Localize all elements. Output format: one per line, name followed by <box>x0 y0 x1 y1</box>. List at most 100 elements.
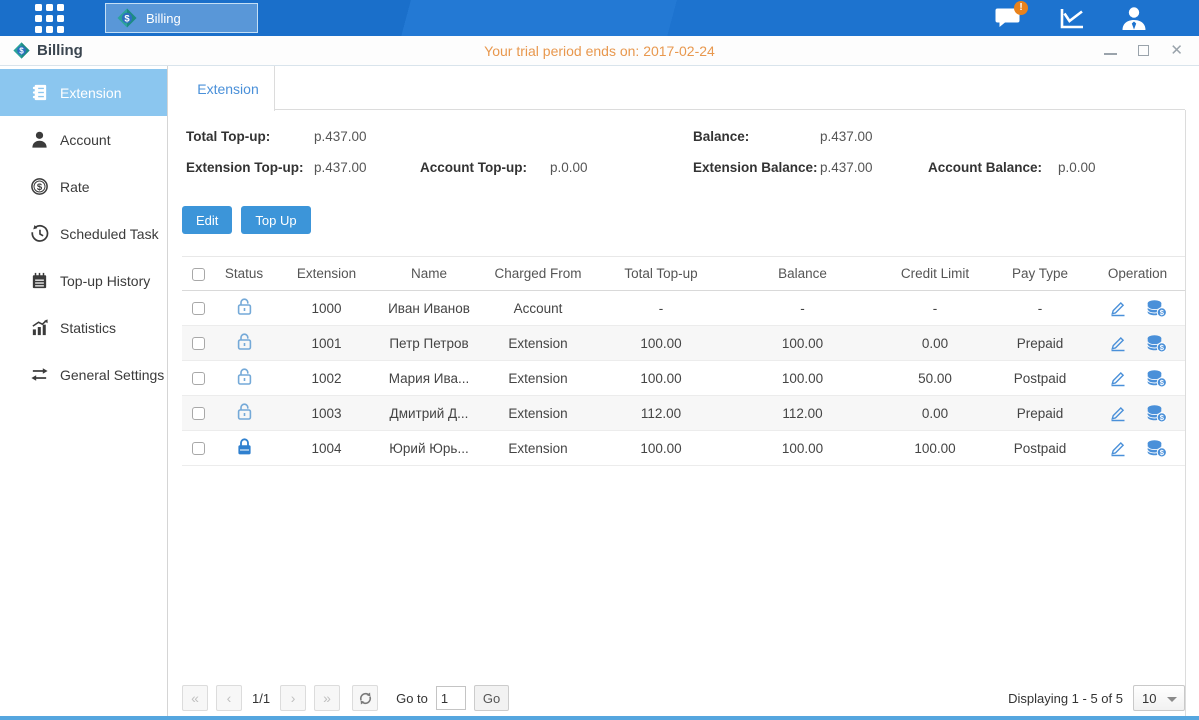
edit-pencil-icon[interactable] <box>1109 439 1127 457</box>
lock-open-icon <box>236 332 253 351</box>
goto-page-input[interactable] <box>436 686 466 710</box>
panel-right-border <box>1185 110 1186 716</box>
next-page-button[interactable]: › <box>280 685 306 711</box>
user-icon[interactable] <box>1119 4 1149 32</box>
taskbar-billing-button[interactable]: $ Billing <box>105 3 258 33</box>
cell-charged-from: Extension <box>479 396 597 431</box>
page-size-value: 10 <box>1142 691 1156 706</box>
close-icon[interactable]: ✕ <box>1170 45 1183 56</box>
maximize-icon[interactable] <box>1138 45 1149 56</box>
sidebar-item-account[interactable]: Account <box>0 116 167 163</box>
topup-coins-icon[interactable]: $ <box>1146 299 1167 318</box>
cell-name: Петр Петров <box>379 326 479 361</box>
minimize-icon[interactable] <box>1104 47 1117 55</box>
row-checkbox[interactable] <box>192 372 205 385</box>
row-checkbox[interactable] <box>192 337 205 350</box>
chat-icon[interactable]: ! <box>993 4 1023 32</box>
sidebar-item-label: Extension <box>60 85 121 101</box>
cell-total-topup: 100.00 <box>597 326 725 361</box>
sidebar-item-label: Top-up History <box>60 273 150 289</box>
apps-grid-icon[interactable] <box>35 4 64 33</box>
extension-balance-value: p.437.00 <box>820 160 873 175</box>
billing-diamond-dollar-icon: $ <box>117 8 137 28</box>
lock-open-icon <box>236 402 253 421</box>
total-topup-value: p.437.00 <box>314 129 367 144</box>
topup-coins-icon[interactable]: $ <box>1146 369 1167 388</box>
cell-name: Юрий Юрь... <box>379 431 479 466</box>
balance-summary: Total Top-up: p.437.00 Balance: p.437.00… <box>182 127 1185 193</box>
lock-open-icon <box>236 297 253 316</box>
cell-credit-limit: 50.00 <box>880 361 990 396</box>
sidebar-item-label: Statistics <box>60 320 116 336</box>
tab-label: Extension <box>197 81 258 97</box>
table-row: 1001 Петр Петров Extension 100.00 100.00… <box>182 326 1185 361</box>
sidebar-item-general-settings[interactable]: General Settings <box>0 351 167 398</box>
prev-page-icon: ‹ <box>227 690 232 706</box>
topup-button[interactable]: Top Up <box>241 206 310 234</box>
goto-label: Go to <box>396 691 428 706</box>
cell-extension: 1003 <box>274 396 379 431</box>
table-header-row: Status Extension Name Charged From Total… <box>182 257 1185 291</box>
cell-extension: 1004 <box>274 431 379 466</box>
cell-extension: 1002 <box>274 361 379 396</box>
cell-pay-type: Prepaid <box>990 396 1090 431</box>
extension-balance-label: Extension Balance: <box>693 160 818 175</box>
page-size-select[interactable]: 10 <box>1133 685 1185 711</box>
topup-coins-icon[interactable]: $ <box>1146 334 1167 353</box>
lock-open-icon <box>236 367 253 386</box>
prev-page-button[interactable]: ‹ <box>216 685 242 711</box>
cell-balance: - <box>725 291 880 326</box>
cell-credit-limit: - <box>880 291 990 326</box>
next-page-icon: › <box>291 690 296 706</box>
first-page-button[interactable]: « <box>182 685 208 711</box>
select-all-checkbox[interactable] <box>192 268 205 281</box>
sidebar-item-statistics[interactable]: Statistics <box>0 304 167 351</box>
edit-pencil-icon[interactable] <box>1109 334 1127 352</box>
account-topup-value: p.0.00 <box>550 160 588 175</box>
window-title: Billing <box>37 42 83 59</box>
sidebar-item-rate[interactable]: $ Rate <box>0 163 167 210</box>
taskbar-app-label: Billing <box>146 11 181 26</box>
balance-value: p.437.00 <box>820 129 873 144</box>
tab-extension[interactable]: Extension <box>182 66 275 111</box>
svg-text:$: $ <box>37 182 43 193</box>
cell-pay-type: Postpaid <box>990 431 1090 466</box>
go-button[interactable]: Go <box>474 685 509 711</box>
ledger-icon <box>30 83 49 102</box>
row-checkbox[interactable] <box>192 442 205 455</box>
cell-credit-limit: 0.00 <box>880 326 990 361</box>
topup-coins-icon[interactable]: $ <box>1146 439 1167 458</box>
row-checkbox[interactable] <box>192 407 205 420</box>
window-title-bar: $ Billing Your trial period ends on: 201… <box>0 36 1199 66</box>
account-balance-label: Account Balance: <box>928 160 1042 175</box>
last-page-button[interactable]: » <box>314 685 340 711</box>
refresh-button[interactable] <box>352 685 378 711</box>
cell-charged-from: Account <box>479 291 597 326</box>
cell-pay-type: Postpaid <box>990 361 1090 396</box>
line-chart-icon[interactable] <box>1056 4 1086 32</box>
sidebar-item-extension[interactable]: Extension <box>0 69 167 116</box>
cell-charged-from: Extension <box>479 326 597 361</box>
row-checkbox[interactable] <box>192 302 205 315</box>
extension-topup-value: p.437.00 <box>314 160 367 175</box>
col-balance: Balance <box>725 257 880 291</box>
edit-button[interactable]: Edit <box>182 206 232 234</box>
sidebar-item-topup-history[interactable]: Top-up History <box>0 257 167 304</box>
col-credit-limit: Credit Limit <box>880 257 990 291</box>
edit-pencil-icon[interactable] <box>1109 404 1127 422</box>
account-topup-label: Account Top-up: <box>420 160 527 175</box>
account-balance-value: p.0.00 <box>1058 160 1096 175</box>
table-row: 1000 Иван Иванов Account - - - - <box>182 291 1185 326</box>
sidebar-item-scheduled-task[interactable]: Scheduled Task <box>0 210 167 257</box>
edit-pencil-icon[interactable] <box>1109 299 1127 317</box>
cell-total-topup: - <box>597 291 725 326</box>
cell-total-topup: 112.00 <box>597 396 725 431</box>
cell-extension: 1001 <box>274 326 379 361</box>
cell-name: Мария Ива... <box>379 361 479 396</box>
page-indicator: 1/1 <box>252 691 270 706</box>
cell-extension: 1000 <box>274 291 379 326</box>
cell-charged-from: Extension <box>479 431 597 466</box>
cell-total-topup: 100.00 <box>597 431 725 466</box>
topup-coins-icon[interactable]: $ <box>1146 404 1167 423</box>
edit-pencil-icon[interactable] <box>1109 369 1127 387</box>
